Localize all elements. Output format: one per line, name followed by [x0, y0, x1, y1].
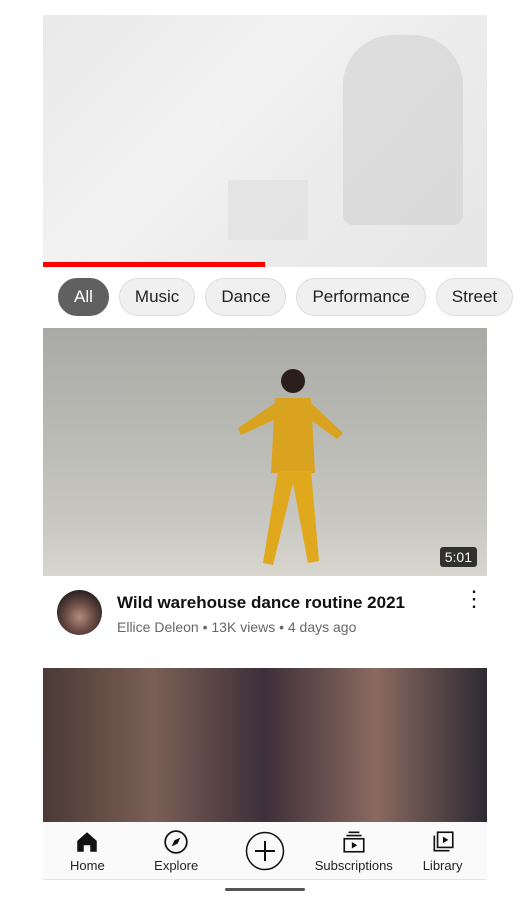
player-overlay	[43, 15, 487, 267]
bottom-nav: Home Explore Subscriptions Library	[43, 822, 487, 880]
compass-icon	[164, 829, 188, 854]
chip-music[interactable]: Music	[118, 278, 196, 316]
more-options-icon[interactable]: ⋮	[463, 588, 485, 610]
nav-home[interactable]: Home	[43, 822, 132, 879]
home-icon	[77, 831, 98, 852]
chip-street[interactable]: Street	[435, 278, 514, 316]
chip-performance[interactable]: Performance	[296, 278, 426, 316]
chip-all[interactable]: All	[58, 278, 109, 316]
video-player[interactable]	[43, 15, 487, 267]
video-thumbnail-2[interactable]	[43, 668, 487, 823]
duration-badge: 5:01	[439, 547, 477, 567]
nav-library-label: Library	[422, 857, 463, 873]
filter-chips: All Music Dance Performance Street	[58, 278, 526, 316]
player-progress-bar[interactable]	[43, 262, 487, 267]
dancer-figure	[238, 369, 343, 565]
video-subtitle: Ellice Deleon • 13K views • 4 days ago	[117, 619, 357, 635]
video-thumbnail[interactable]: 5:01	[43, 328, 487, 576]
subscriptions-icon	[343, 830, 365, 853]
plus-circle-icon	[245, 831, 285, 870]
home-indicator[interactable]	[225, 888, 305, 891]
video-meta: Wild warehouse dance routine 2021 Ellice…	[57, 588, 487, 640]
player-progress-fill	[43, 262, 265, 267]
nav-create[interactable]	[221, 822, 310, 879]
chip-dance[interactable]: Dance	[205, 278, 287, 316]
nav-subscriptions[interactable]: Subscriptions	[309, 822, 398, 879]
nav-library[interactable]: Library	[398, 822, 487, 879]
video-title[interactable]: Wild warehouse dance routine 2021	[117, 593, 405, 613]
nav-explore-label: Explore	[154, 857, 199, 873]
nav-home-label: Home	[70, 857, 105, 873]
nav-subscriptions-label: Subscriptions	[314, 857, 393, 873]
nav-explore[interactable]: Explore	[132, 822, 221, 879]
channel-avatar[interactable]	[57, 590, 102, 635]
library-icon	[433, 830, 454, 851]
